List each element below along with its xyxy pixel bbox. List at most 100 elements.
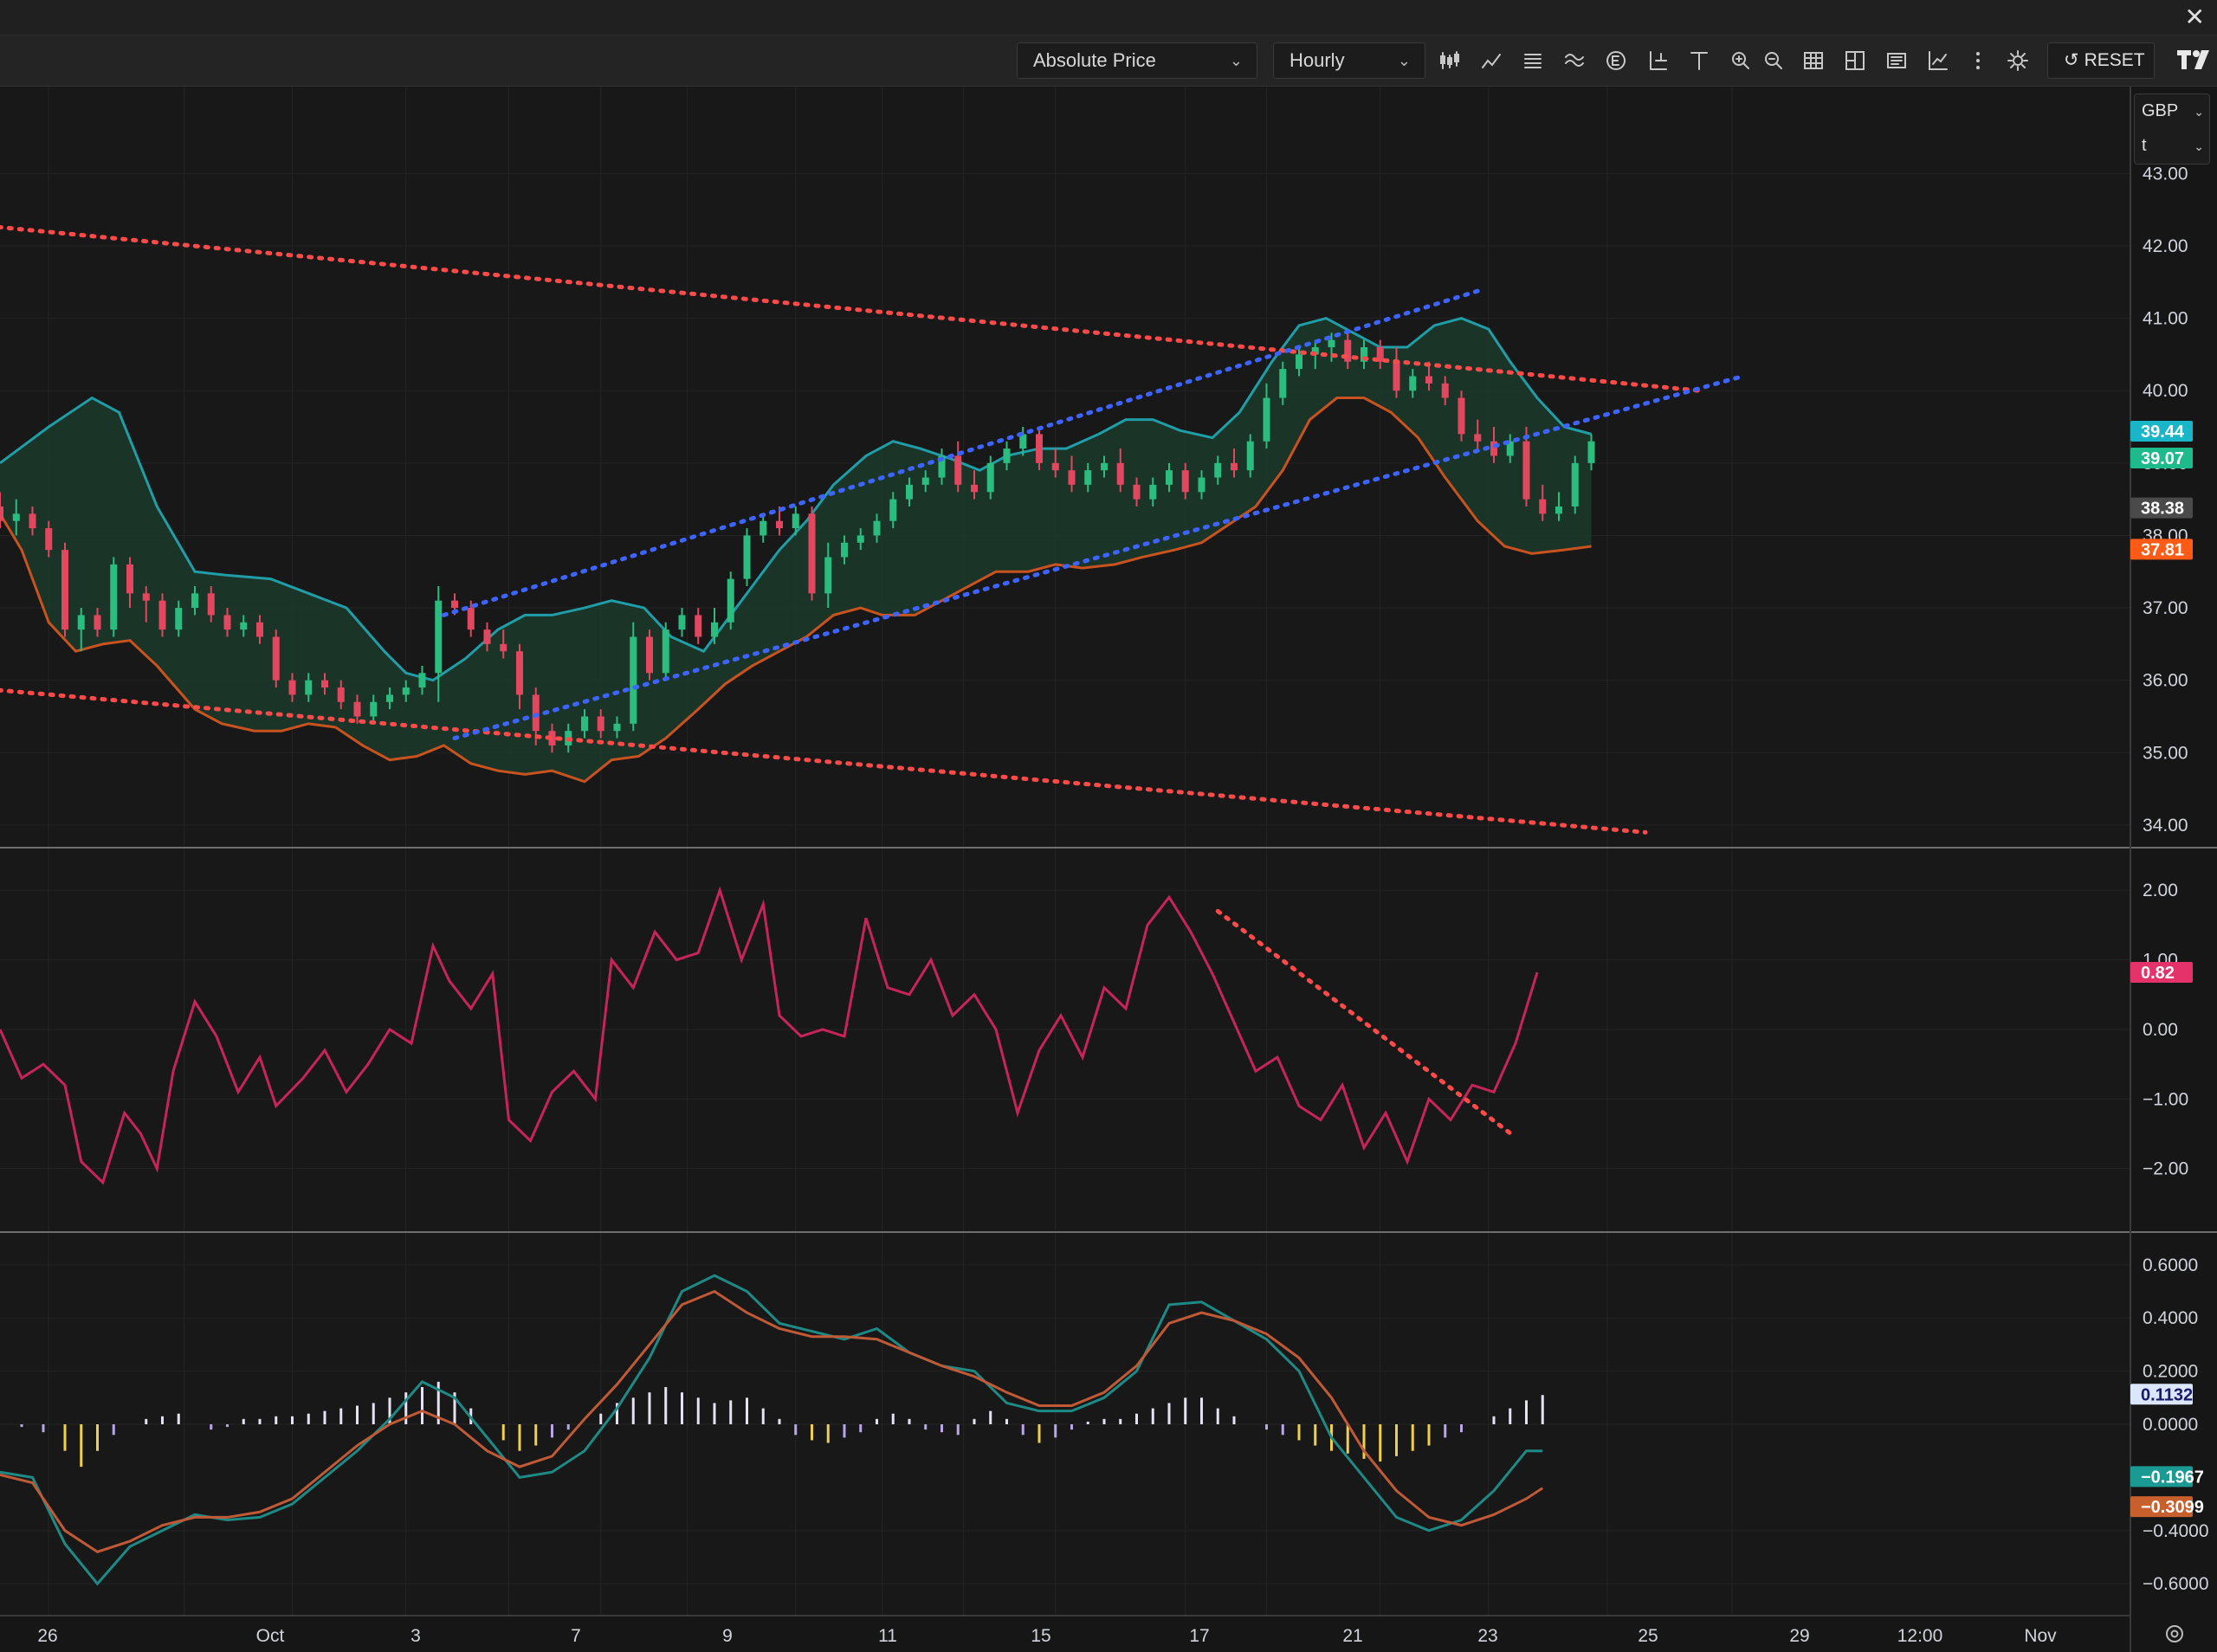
candle-body: [581, 716, 588, 732]
pane-divider: [0, 1231, 2217, 1233]
more-icon[interactable]: [1962, 45, 1994, 76]
table-icon-glyph: [1804, 52, 1823, 69]
compare-icon-path: [1887, 53, 1906, 68]
oscillator-badge: 0.82: [2141, 964, 2175, 983]
price-tick-label: 35.00: [2143, 743, 2188, 763]
candle-body: [808, 513, 816, 594]
macd-tick-label: 0.6000: [2143, 1255, 2198, 1275]
candle-body: [1344, 339, 1352, 362]
price-mode-label: Absolute Price: [1033, 49, 1156, 71]
price-badge-bg: [2130, 539, 2193, 560]
bars-icon[interactable]: [1517, 45, 1548, 76]
macd-tick-label: 0.4000: [2143, 1308, 2198, 1328]
candle-body: [435, 600, 443, 674]
reset-icon: ↺: [2064, 50, 2079, 70]
earnings-icon-glyph: [1606, 51, 1626, 70]
zoom-out-icon-glyph: [1765, 52, 1782, 69]
price-mode-dropdown[interactable]: Absolute Price ⌄: [1017, 42, 1257, 79]
price-tick-label: 38.00: [2143, 526, 2188, 545]
zoom-out-icon[interactable]: [1758, 45, 1789, 76]
indicators-icon[interactable]: [1476, 45, 1507, 76]
macd-badge: −0.3099: [2141, 1498, 2204, 1517]
candle-body: [272, 636, 280, 681]
candle-body: [483, 629, 491, 644]
time-axis-label: Nov: [2024, 1626, 2057, 1646]
price-badge: 39.44: [2141, 423, 2185, 442]
price-badge: 39.07: [2141, 449, 2184, 468]
chart-settings-icon[interactable]: [2162, 1621, 2188, 1647]
candle-body: [1003, 448, 1011, 463]
candle-body: [792, 513, 799, 529]
candle-body: [1539, 499, 1547, 514]
more-icon-glyph: [1976, 52, 1980, 70]
candle-body: [418, 673, 426, 688]
candle-body: [240, 622, 248, 630]
time-axis-label: 21: [1342, 1626, 1362, 1646]
candle-body: [386, 694, 393, 702]
price-badge: 37.81: [2141, 540, 2184, 559]
macd-tick-label: 0.2000: [2143, 1362, 2198, 1382]
macd-badge: −0.1967: [2141, 1468, 2204, 1487]
table-icon[interactable]: [1798, 45, 1829, 76]
interval-dropdown[interactable]: Hourly ⌄: [1273, 42, 1425, 79]
candle-body: [110, 564, 118, 630]
candle-body: [321, 680, 328, 688]
measure-icon-path: [1650, 51, 1667, 70]
indicators-icon-path: [1482, 54, 1501, 68]
candle-body: [662, 629, 669, 674]
zoom-in-icon[interactable]: [1725, 45, 1756, 76]
time-axis-label: 26: [37, 1626, 57, 1646]
chevron-down-icon: ⌄: [1229, 52, 1243, 69]
oscillator-tick-label: −2.00: [2143, 1159, 2188, 1179]
candle-body: [1214, 462, 1222, 478]
candle-body: [1458, 397, 1465, 435]
time-axis-label: 23: [1477, 1626, 1497, 1646]
candle-body: [986, 462, 994, 493]
macd-badge: 0.1132: [2141, 1385, 2193, 1404]
candle-body: [1133, 484, 1141, 500]
candle-body: [678, 615, 686, 630]
interval-label: Hourly: [1289, 49, 1345, 71]
candle-body: [191, 593, 198, 609]
settings-icon-glyph: [2007, 50, 2028, 71]
layout-icon[interactable]: [1839, 45, 1871, 76]
zoom-in-icon-path: [1732, 52, 1749, 69]
studies-icon[interactable]: [1559, 45, 1590, 76]
candle-body: [1571, 462, 1579, 507]
candle-body: [856, 535, 864, 543]
chevron-down-icon: ⌄: [2194, 105, 2204, 119]
candle-body: [175, 608, 183, 630]
candle-body: [906, 484, 913, 500]
candle-body: [1361, 347, 1367, 362]
time-axis-label: 3: [410, 1626, 421, 1646]
candle-body: [0, 506, 3, 521]
pane-background-0: [0, 87, 2130, 847]
compare-icon[interactable]: [1881, 45, 1912, 76]
reset-button[interactable]: ↺ RESET: [2047, 42, 2155, 79]
candles-icon[interactable]: [1434, 45, 1465, 76]
measure-icon[interactable]: [1642, 45, 1673, 76]
currency-selector[interactable]: GBP ⌄ t ⌄: [2134, 94, 2210, 165]
close-icon[interactable]: ✕: [2185, 3, 2205, 31]
text-tool-icon-glyph: [1690, 52, 1708, 70]
pane-background-1: [0, 849, 2130, 1231]
candle-body: [223, 615, 231, 630]
candle-body: [759, 520, 767, 536]
settings-icon[interactable]: [2002, 45, 2033, 76]
time-axis-label: 29: [1789, 1626, 1809, 1646]
price-badge-bg: [2130, 447, 2193, 468]
candle-body: [1051, 462, 1059, 471]
time-axis-label: 9: [722, 1626, 733, 1646]
macd-line: [0, 1274, 1543, 1586]
price-tick-label: 34.00: [2143, 816, 2188, 836]
earnings-icon[interactable]: [1600, 45, 1632, 76]
text-tool-icon[interactable]: [1684, 45, 1715, 76]
time-axis-label: 11: [878, 1626, 897, 1646]
candle-body: [1116, 462, 1124, 485]
compare-icon-glyph: [1887, 53, 1906, 68]
candle-body: [1522, 441, 1530, 500]
chart-icon[interactable]: [1923, 45, 1954, 76]
candle-body: [921, 477, 929, 485]
chart-canvas: 43.00 42.00 41.00 40.00 39.00 38.00 37.00 36.00…: [0, 87, 2217, 1652]
candle-body: [126, 564, 133, 594]
